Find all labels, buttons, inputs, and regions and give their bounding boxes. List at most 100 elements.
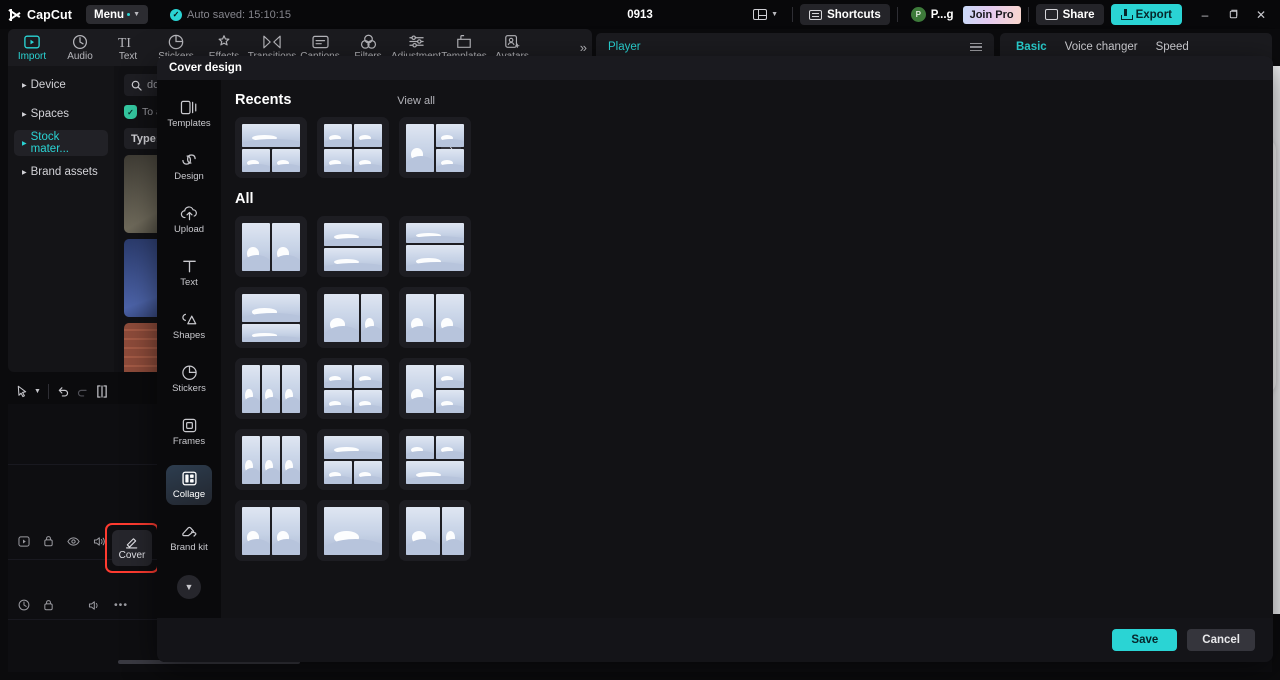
speed-icon[interactable]	[18, 599, 30, 611]
sidebar-item-label: Stock mater...	[31, 131, 100, 155]
tool-audio[interactable]: Audio	[56, 33, 104, 62]
hamburger-icon[interactable]	[970, 43, 982, 51]
lock-icon[interactable]	[43, 599, 54, 611]
cursor-icon[interactable]	[16, 385, 28, 398]
lock-icon[interactable]	[43, 535, 54, 547]
collage-template-thumb[interactable]	[317, 117, 389, 178]
collage-layout-preview	[242, 365, 300, 413]
export-button[interactable]: Export	[1111, 4, 1182, 25]
split-icon[interactable]	[96, 385, 108, 398]
collage-template-thumb[interactable]	[235, 287, 307, 348]
collage-template-thumb[interactable]	[235, 358, 307, 419]
collage-cell	[406, 436, 434, 459]
top-bar: CapCut Menu ▼ ✓ Auto saved: 15:10:15 091…	[0, 0, 1280, 29]
modal-rail-shapes[interactable]: Shapes	[166, 306, 212, 346]
collage-template-thumb[interactable]	[317, 429, 389, 490]
collage-cell	[436, 124, 464, 147]
tool-text-label: Text	[119, 51, 137, 62]
account-button[interactable]: P P...g	[905, 7, 960, 22]
collage-cell	[324, 507, 382, 555]
menu-button[interactable]: Menu ▼	[86, 5, 148, 24]
timeline-track-audio: •••	[8, 580, 128, 630]
tab-voice-changer[interactable]: Voice changer	[1065, 41, 1138, 53]
modal-rail-label: Upload	[174, 225, 204, 235]
join-pro-button[interactable]: Join Pro	[963, 6, 1021, 24]
collage-layout-preview	[324, 124, 382, 172]
video-icon[interactable]	[18, 536, 30, 547]
chevron-right-icon: ▶	[22, 82, 27, 89]
menu-label: Menu	[94, 9, 124, 21]
sidebar-item-brand-assets[interactable]: ▶ Brand assets	[14, 159, 108, 185]
sidebar-item-stock-materials[interactable]: ▶ Stock mater...	[14, 130, 108, 156]
eye-icon[interactable]	[67, 536, 80, 547]
sidebar-item-label: Spaces	[31, 108, 69, 120]
cancel-button[interactable]: Cancel	[1187, 629, 1255, 651]
minimize-button[interactable]: –	[1192, 4, 1218, 26]
view-all-link[interactable]: View all	[397, 95, 435, 107]
more-icon[interactable]: •••	[114, 599, 128, 611]
volume-icon[interactable]	[88, 600, 101, 611]
modal-footer: Save Cancel	[157, 618, 1273, 662]
collage-template-thumb[interactable]	[317, 500, 389, 561]
modal-rail-stickers[interactable]: Stickers	[166, 359, 212, 399]
recents-thumbnails: ›	[235, 117, 1257, 178]
chevron-right-icon: ▶	[22, 169, 27, 176]
collage-template-thumb[interactable]	[235, 117, 307, 178]
modal-rail-label: Templates	[167, 119, 210, 129]
capcut-window: CapCut Menu ▼ ✓ Auto saved: 15:10:15 091…	[0, 0, 1280, 680]
sidebar-item-device[interactable]: ▶ Device	[14, 72, 108, 98]
undo-icon[interactable]	[56, 385, 70, 398]
redo-icon[interactable]	[76, 385, 90, 398]
shortcuts-icon	[809, 10, 822, 20]
tab-basic[interactable]: Basic	[1016, 41, 1047, 53]
collage-cell	[262, 365, 280, 413]
modal-rail-brand-kit[interactable]: Brand kit	[166, 518, 212, 558]
toolbar-more-button[interactable]: »	[580, 40, 587, 55]
collage-template-thumb[interactable]	[317, 216, 389, 277]
shortcuts-button[interactable]: Shortcuts	[800, 4, 890, 25]
collage-template-thumb[interactable]	[399, 216, 471, 277]
collage-template-thumb[interactable]	[317, 358, 389, 419]
tab-speed[interactable]: Speed	[1156, 41, 1189, 53]
collage-cell	[436, 390, 464, 413]
modal-rail-templates[interactable]: Templates	[166, 94, 212, 134]
collage-template-thumb[interactable]	[399, 500, 471, 561]
close-button[interactable]: ✕	[1248, 4, 1274, 26]
chevron-down-icon[interactable]: ▼	[34, 388, 41, 395]
tool-import[interactable]: Import	[8, 33, 56, 62]
collage-layout-preview	[324, 507, 382, 555]
share-button[interactable]: Share	[1036, 4, 1104, 25]
svg-text:TI: TI	[118, 35, 131, 49]
collage-layout-preview	[242, 507, 300, 555]
modal-rail-collage[interactable]: Collage	[166, 465, 212, 505]
collage-template-thumb[interactable]	[399, 287, 471, 348]
sidebar-item-spaces[interactable]: ▶ Spaces	[14, 101, 108, 127]
modal-rail-frames[interactable]: Frames	[166, 412, 212, 452]
modal-rail-upload[interactable]: Upload	[166, 200, 212, 240]
tool-text[interactable]: TI Text	[104, 33, 152, 62]
restore-button[interactable]	[1220, 4, 1246, 26]
modal-rail-text[interactable]: Text	[166, 253, 212, 293]
collage-cell	[324, 436, 382, 459]
collage-template-thumb[interactable]	[399, 358, 471, 419]
rail-expand-button[interactable]: ▼	[177, 575, 201, 599]
collage-cell	[324, 124, 352, 147]
export-label: Export	[1136, 9, 1172, 21]
collage-template-thumb[interactable]	[235, 429, 307, 490]
collage-cell	[354, 365, 382, 388]
all-templates-grid	[235, 216, 1257, 561]
divider	[792, 7, 793, 22]
aspect-ratio-button[interactable]: ▼	[746, 9, 785, 20]
autosave-status: ✓ Auto saved: 15:10:15	[170, 9, 291, 21]
chevron-down-icon: ▼	[771, 11, 778, 18]
collage-template-thumb[interactable]	[399, 429, 471, 490]
collage-layout-preview	[324, 294, 382, 342]
save-button[interactable]: Save	[1112, 629, 1177, 651]
collage-template-thumb[interactable]	[235, 216, 307, 277]
modal-rail-design[interactable]: Design	[166, 147, 212, 187]
collage-template-thumb[interactable]	[235, 500, 307, 561]
collage-cell	[406, 461, 464, 484]
collage-template-thumb[interactable]	[317, 287, 389, 348]
audio-icon	[72, 33, 88, 50]
shortcuts-label: Shortcuts	[827, 9, 881, 21]
